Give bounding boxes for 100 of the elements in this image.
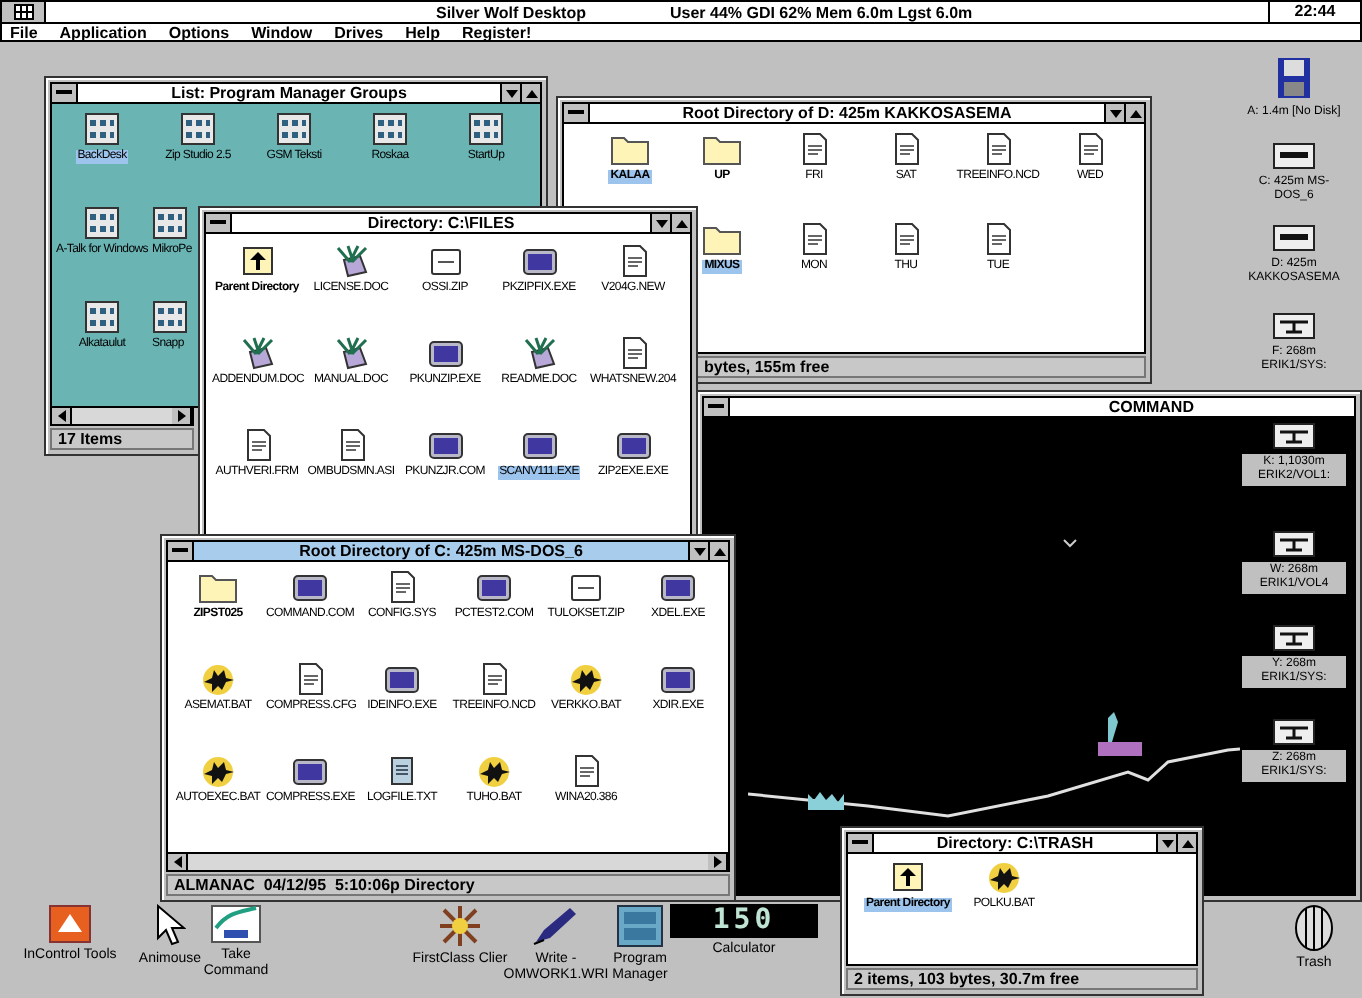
- network-drive-icon[interactable]: [1272, 530, 1316, 558]
- network-drive-icon[interactable]: [1272, 624, 1316, 652]
- app-title: Silver Wolf Desktop: [436, 3, 586, 21]
- archive-icon[interactable]: [425, 244, 465, 278]
- menu-item[interactable]: Options: [168, 23, 230, 41]
- menu-item[interactable]: Window: [251, 23, 313, 41]
- program-manager-icon[interactable]: [616, 904, 664, 948]
- calculator-display: 150: [670, 904, 818, 938]
- bar-icon: [852, 840, 868, 846]
- menu-item[interactable]: Drives: [334, 23, 384, 41]
- system-menu-button[interactable]: [168, 542, 194, 560]
- maximize-button[interactable]: [708, 542, 728, 560]
- up-triangle-icon: [713, 547, 725, 555]
- maximize-button[interactable]: [670, 214, 690, 232]
- status-text: bytes, 155m free: [704, 358, 830, 376]
- hard-drive-icon[interactable]: [1272, 224, 1316, 252]
- quill-page-icon[interactable]: [237, 336, 277, 370]
- system-menu-button[interactable]: [848, 834, 874, 852]
- horizontal-scrollbar[interactable]: [166, 854, 730, 872]
- program-group-icon[interactable]: [466, 112, 506, 146]
- minimize-button[interactable]: [1156, 834, 1176, 852]
- system-menu-button[interactable]: [704, 398, 730, 416]
- bar-icon: [56, 90, 72, 96]
- bat-silhouette-icon[interactable]: [566, 662, 606, 696]
- title-bar[interactable]: Root Directory of D: 425m KAKKOSASEMA: [562, 102, 1146, 124]
- title-bar[interactable]: Root Directory of C: 425m MS-DOS_6: [166, 540, 730, 562]
- program-icon[interactable]: [658, 662, 698, 696]
- quill-page-icon[interactable]: [519, 336, 559, 370]
- program-group-icon[interactable]: [82, 112, 122, 146]
- pen-icon[interactable]: [530, 904, 582, 948]
- hard-drive-icon[interactable]: [1272, 142, 1316, 170]
- title-bar[interactable]: Directory: C:\TRASH: [846, 832, 1198, 854]
- program-group-icon[interactable]: [178, 112, 218, 146]
- menu-item[interactable]: Register!: [461, 23, 532, 41]
- window-title: COMMAND: [1106, 398, 1196, 416]
- minimize-button[interactable]: [650, 214, 670, 232]
- status-text: ALMANAC 04/12/95 5:10:06p Directory: [174, 876, 475, 894]
- program-icon[interactable]: [290, 754, 330, 788]
- minimize-button[interactable]: [1104, 104, 1124, 122]
- network-drive-icon[interactable]: [1272, 422, 1316, 450]
- program-icon[interactable]: [658, 570, 698, 604]
- down-triangle-icon: [1161, 839, 1173, 847]
- horizontal-scrollbar[interactable]: [50, 408, 194, 426]
- menu-item[interactable]: File: [10, 23, 38, 41]
- take-command-icon[interactable]: [210, 904, 262, 944]
- program-icon[interactable]: [519, 428, 559, 462]
- archive-icon[interactable]: [566, 570, 606, 604]
- program-group-icon[interactable]: [150, 206, 190, 240]
- down-triangle-icon: [1109, 109, 1121, 117]
- window-title: Directory: C:\TRASH: [934, 834, 1096, 852]
- minimize-button[interactable]: [688, 542, 708, 560]
- menu-item[interactable]: Application: [59, 23, 147, 41]
- mouse-pointer-icon[interactable]: [154, 904, 186, 948]
- up-triangle-icon: [1181, 839, 1193, 847]
- system-menu-button[interactable]: [564, 104, 590, 122]
- building-drawing: [808, 792, 844, 810]
- triangle-tile-icon[interactable]: [48, 904, 92, 944]
- maximize-button[interactable]: [1176, 834, 1196, 852]
- system-menu-button[interactable]: [206, 214, 232, 232]
- program-icon[interactable]: [382, 662, 422, 696]
- program-group-icon[interactable]: [274, 112, 314, 146]
- program-group-icon[interactable]: [370, 112, 410, 146]
- folder-icon[interactable]: [610, 132, 650, 166]
- program-icon[interactable]: [613, 428, 653, 462]
- network-drive-icon[interactable]: [1272, 718, 1316, 746]
- maximize-button[interactable]: [520, 84, 540, 102]
- quill-page-icon[interactable]: [331, 336, 371, 370]
- bar-icon: [172, 548, 188, 554]
- trash-barrel-icon[interactable]: [1292, 904, 1336, 952]
- folder-icon[interactable]: [702, 132, 742, 166]
- window-title: Directory: C:\FILES: [365, 214, 517, 232]
- program-group-icon[interactable]: [150, 300, 190, 334]
- up-triangle-icon: [1129, 109, 1141, 117]
- folder-icon[interactable]: [702, 222, 742, 256]
- title-bar[interactable]: List: Program Manager Groups: [50, 82, 542, 104]
- starburst-icon[interactable]: [434, 904, 486, 948]
- program-group-icon[interactable]: [82, 206, 122, 240]
- bar-icon: [210, 220, 226, 226]
- program-icon[interactable]: [425, 428, 465, 462]
- minimize-button[interactable]: [500, 84, 520, 102]
- network-drive-icon[interactable]: [1272, 312, 1316, 340]
- title-bar[interactable]: COMMAND: [702, 396, 1356, 418]
- menu-item[interactable]: Help: [405, 23, 440, 41]
- program-icon[interactable]: [474, 570, 514, 604]
- status-text: 17 Items: [58, 430, 123, 448]
- up-triangle-icon: [525, 89, 537, 97]
- bat-silhouette-icon[interactable]: [198, 662, 238, 696]
- program-icon[interactable]: [519, 244, 559, 278]
- bat-silhouette-icon[interactable]: [198, 754, 238, 788]
- bat-silhouette-icon[interactable]: [984, 860, 1024, 894]
- title-bar[interactable]: Directory: C:\FILES: [204, 212, 692, 234]
- bat-silhouette-icon[interactable]: [474, 754, 514, 788]
- system-menu-button[interactable]: [52, 84, 78, 102]
- program-group-icon[interactable]: [82, 300, 122, 334]
- up-triangle-icon: [675, 219, 687, 227]
- program-icon[interactable]: [290, 570, 330, 604]
- maximize-button[interactable]: [1124, 104, 1144, 122]
- system-menu-button[interactable]: [2, 2, 46, 22]
- quill-page-icon[interactable]: [331, 244, 371, 278]
- program-icon[interactable]: [425, 336, 465, 370]
